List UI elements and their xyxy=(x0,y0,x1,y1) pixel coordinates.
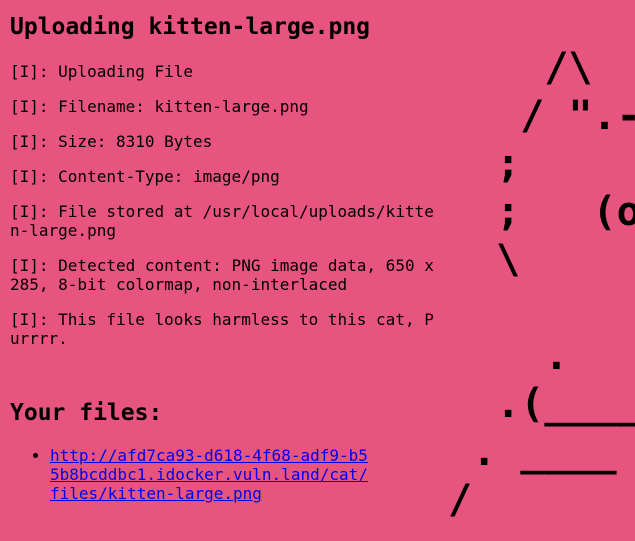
main-content: Uploading kitten-large.png [I]: Uploadin… xyxy=(10,12,440,503)
files-heading: Your files: xyxy=(10,400,163,426)
file-list-item: http://afd7ca93-d618-4f68-adf9-b55b8bcdd… xyxy=(50,446,370,503)
log-line-uploading: [I]: Uploading File xyxy=(10,62,194,81)
log-line-filename: [I]: Filename: kitten-large.png xyxy=(10,97,309,116)
log-line-detected-content: [I]: Detected content: PNG image data, 6… xyxy=(10,256,434,294)
ascii-cat-art: /\ / ".- ; _ ; (o) \ = . .(_____ . ____ … xyxy=(448,45,635,523)
upload-log: [I]: Uploading File [I]: Filename: kitte… xyxy=(10,62,440,348)
log-line-content-type: [I]: Content-Type: image/png xyxy=(10,167,280,186)
log-line-verdict: [I]: This file looks harmless to this ca… xyxy=(10,310,434,348)
log-line-stored-path: [I]: File stored at /usr/local/uploads/k… xyxy=(10,202,434,240)
page-title: Uploading kitten-large.png xyxy=(10,14,371,40)
file-link[interactable]: http://afd7ca93-d618-4f68-adf9-b55b8bcdd… xyxy=(50,446,368,503)
files-list: http://afd7ca93-d618-4f68-adf9-b55b8bcdd… xyxy=(10,446,370,503)
log-line-size: [I]: Size: 8310 Bytes xyxy=(10,132,213,151)
